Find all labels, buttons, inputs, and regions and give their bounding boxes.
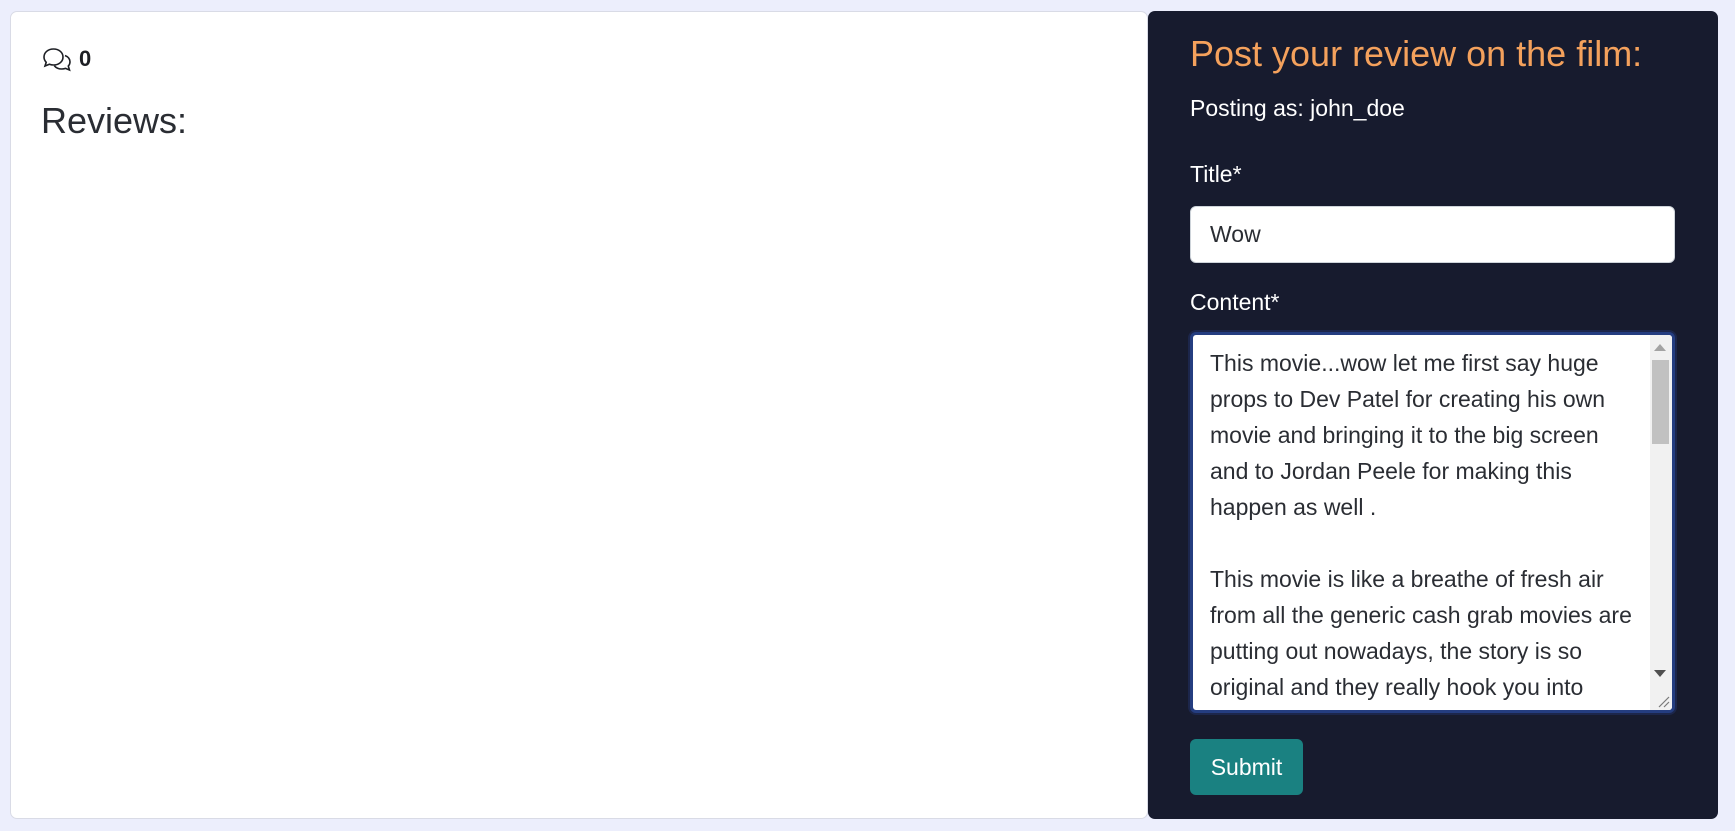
form-title: Post your review on the film: [1190,33,1643,74]
resize-handle-icon[interactable] [1656,694,1670,708]
content-label: Content* [1190,289,1280,315]
content-textarea[interactable]: This movie...wow let me first say huge p… [1190,332,1675,713]
reviews-heading: Reviews: [41,100,188,141]
scroll-thumb[interactable] [1652,360,1669,444]
scroll-down-arrow-icon[interactable] [1654,670,1666,677]
content-textarea-text: This movie...wow let me first say huge p… [1210,350,1632,700]
page-container: 0 Reviews: Post your review on the film:… [10,11,1718,819]
posting-as-text: Posting as: john_doe [1190,95,1405,121]
review-form-panel: Post your review on the film: Posting as… [1148,11,1718,819]
comment-count: 0 [41,46,91,72]
title-input[interactable] [1190,206,1675,263]
submit-button[interactable]: Submit [1190,739,1303,795]
content-scrollbar[interactable] [1650,335,1672,710]
chat-bubbles-icon [43,48,71,72]
comment-count-value: 0 [79,46,92,71]
scroll-up-arrow-icon[interactable] [1654,344,1666,351]
title-label: Title* [1190,161,1242,187]
reviews-panel: 0 Reviews: [10,11,1148,819]
